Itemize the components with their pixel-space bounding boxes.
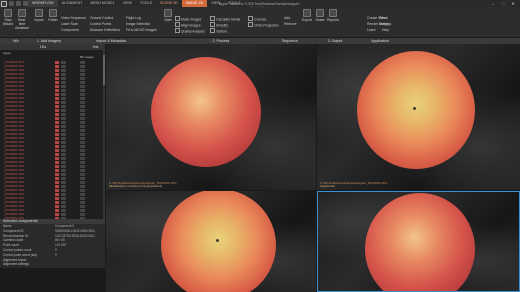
- active-viewport-outline: [317, 191, 520, 292]
- reports-button[interactable]: Reports: [326, 7, 340, 22]
- start-icon: [164, 9, 172, 17]
- apple-image: [357, 51, 475, 169]
- property-key: Camera count: [3, 238, 24, 243]
- tab-alignment[interactable]: ALIGNMENT: [58, 0, 87, 7]
- align-images-checkbox[interactable]: Align Images: [175, 22, 201, 28]
- left-panel: 1Ds Ims Apple 85 images _DSC8315.JPG _DSC…: [0, 44, 105, 292]
- apple-stem: [413, 107, 416, 110]
- help-button[interactable]: Help: [382, 28, 389, 32]
- ribbon: Step Wizard Real-time Assistant Inputs F…: [0, 7, 520, 38]
- component-button[interactable]: Component: [61, 28, 79, 32]
- apple-stem: [216, 239, 219, 242]
- property-key: Component ID: [3, 228, 24, 233]
- property-value: 9D8D5555-D4D5-4680-9B3...: [55, 228, 97, 233]
- distance-definitions-button[interactable]: Distance Definitions: [90, 28, 120, 32]
- property-value: 85 / 85: [55, 238, 65, 243]
- list-files-header: 85 images: [80, 55, 94, 59]
- property-key: Control points count: [3, 248, 32, 252]
- learn-button[interactable]: Learn: [367, 28, 376, 32]
- fit-to-move-button[interactable]: Fit to MOVE Images: [126, 28, 157, 32]
- remove-button[interactable]: Remove: [284, 22, 297, 26]
- folder-icon: [49, 9, 57, 17]
- inputs-icon: [35, 9, 43, 17]
- export-icon: [303, 9, 311, 17]
- window-controls: – □ ✕: [488, 0, 518, 7]
- undo-icon[interactable]: [16, 1, 21, 6]
- save-icon[interactable]: [9, 1, 14, 6]
- property-row[interactable]: Alignment report: [0, 258, 105, 262]
- property-row[interactable]: Control point count (std) 0: [0, 253, 105, 257]
- minimize-icon[interactable]: –: [488, 0, 498, 7]
- texture-checkbox[interactable]: Texture: [210, 28, 227, 34]
- ortho-projection-checkbox[interactable]: Ortho Projection: [248, 22, 279, 28]
- property-value: 0: [55, 252, 57, 257]
- maximize-icon[interactable]: □: [498, 0, 508, 7]
- laser-scan-button[interactable]: Laser Scan: [61, 22, 78, 26]
- tab-mesh-model[interactable]: MESH MODEL: [87, 0, 119, 7]
- folder-button[interactable]: Folder: [46, 7, 60, 22]
- share-button[interactable]: Share: [313, 7, 327, 22]
- tab-workflow[interactable]: WORKFLOW: [28, 0, 58, 7]
- property-key: Alignment report: [3, 257, 27, 262]
- list-scrollbar[interactable]: [103, 50, 105, 219]
- viewport-top-right[interactable]: C:\RCTest\ReleaseSamples\apple\_DSC8315.…: [317, 44, 520, 190]
- colorize-checkbox[interactable]: Colorize: [248, 16, 266, 22]
- property-row[interactable]: Alignment settings: [0, 262, 105, 266]
- app-logo-icon[interactable]: [0, 0, 7, 7]
- control-points-button[interactable]: Control Points: [90, 22, 111, 26]
- wizard-icon: [4, 9, 12, 17]
- empty-area: [0, 268, 105, 292]
- property-value: 141 557: [55, 243, 67, 248]
- tab-scene-3d[interactable]: SCENE 3D: [156, 0, 182, 7]
- property-key: Reconstruction ID: [3, 233, 29, 238]
- step-wizard-button[interactable]: Step Wizard: [1, 7, 15, 26]
- tab-image-2d[interactable]: IMAGE 2D: [182, 0, 208, 7]
- property-key: Name: [3, 224, 12, 228]
- property-row[interactable]: Control points count 0: [0, 248, 105, 252]
- export-button[interactable]: Export: [300, 7, 314, 22]
- viewport-bottom-left[interactable]: [106, 191, 316, 292]
- viewport-top-left[interactable]: C:\RCTest\ReleaseSamples\apple\_DSC8315.…: [106, 44, 316, 190]
- tab-view[interactable]: VIEW: [119, 0, 136, 7]
- property-row[interactable]: Component ID 9D8D5555-D4D5-4680-9B3...: [0, 229, 105, 233]
- mask-images-checkbox[interactable]: Mask Images: [175, 16, 201, 22]
- add-button[interactable]: Add: [284, 16, 290, 20]
- property-row[interactable]: Name Component 0: [0, 224, 105, 228]
- property-value: 0: [55, 248, 57, 252]
- close-icon[interactable]: ✕: [508, 0, 518, 7]
- reports-icon: [329, 9, 337, 17]
- simplify-checkbox[interactable]: Simplify: [210, 22, 228, 28]
- share-icon: [316, 9, 324, 17]
- assistant-icon: [18, 9, 26, 17]
- flight-log-button[interactable]: Flight Log: [126, 16, 141, 20]
- image-selection-button[interactable]: Image Selection: [126, 22, 150, 26]
- calculate-model-checkbox[interactable]: Calculate Model: [210, 16, 240, 22]
- tab-tools[interactable]: TOOLS: [136, 0, 156, 7]
- video-sequence-button[interactable]: Video Sequence: [61, 16, 86, 20]
- reset-button[interactable]: Reset: [379, 16, 388, 20]
- viewport-status: [registered]: [320, 184, 336, 188]
- apple-image: [151, 57, 261, 167]
- property-row[interactable]: Camera count 85 / 85: [0, 238, 105, 242]
- property-row[interactable]: Reconstruction ID 1ACC8750-5538-4D29-B1E.…: [0, 234, 105, 238]
- realtime-assistant-button[interactable]: Real-time Assistant: [15, 7, 29, 30]
- property-value: 1ACC8750-5538-4D29-B1E...: [55, 233, 98, 238]
- property-key: Control point count (std): [3, 252, 38, 257]
- property-key: Point count: [3, 243, 19, 248]
- image-list[interactable]: Apple 85 images _DSC8315.JPG _DSC8316.JPG…: [0, 50, 105, 219]
- property-key: Alignment settings: [3, 262, 30, 267]
- ground-control-button[interactable]: Ground Control: [90, 16, 113, 20]
- property-row[interactable]: Point count 141 557: [0, 243, 105, 247]
- start-button[interactable]: Start: [161, 7, 175, 22]
- property-value: Component 0: [55, 224, 75, 228]
- settings-button[interactable]: Settings: [379, 22, 391, 26]
- title-bar: WORKFLOW ALIGNMENT MESH MODEL VIEW TOOLS…: [0, 0, 520, 10]
- quality-analysis-checkbox[interactable]: Quality Analysis: [175, 28, 205, 34]
- inputs-button[interactable]: Inputs: [32, 7, 46, 22]
- viewport-status: [disabled] [no mesh] [no hd] [registered…: [109, 184, 162, 188]
